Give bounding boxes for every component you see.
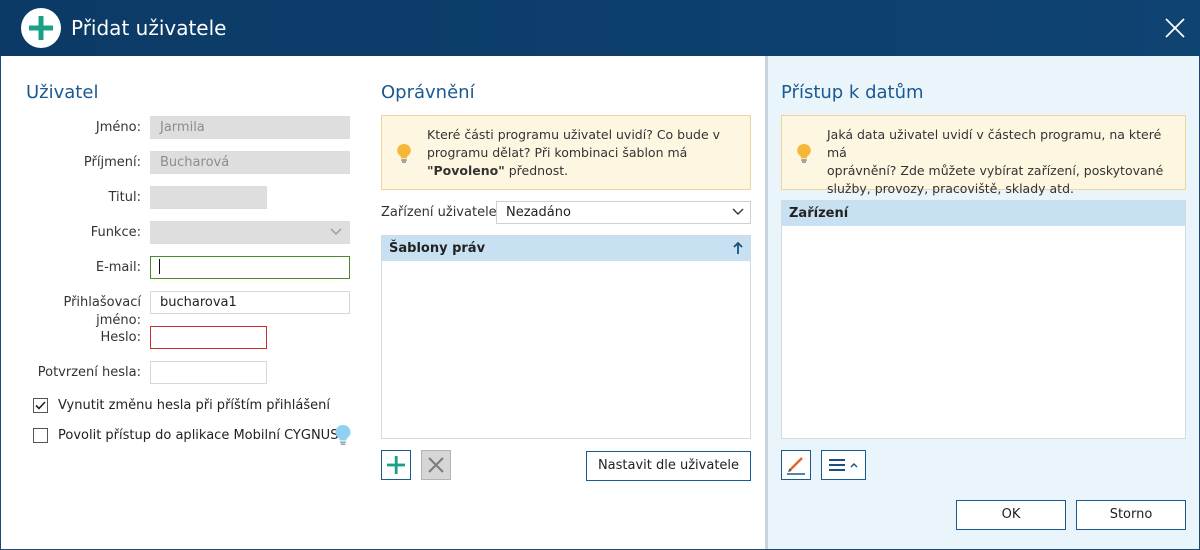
- devices-grid-header[interactable]: Zařízení: [782, 201, 1185, 226]
- data-access-hint-line3: služby, provozy, pracoviště, sklady atd.: [827, 181, 1074, 196]
- permissions-hint-tail: přednost.: [504, 163, 569, 178]
- set-by-user-button[interactable]: Nastavit dle uživatele: [586, 451, 751, 481]
- password-confirm-field[interactable]: [150, 361, 267, 384]
- force-password-change-checkbox[interactable]: [33, 398, 48, 413]
- password-confirm-label: Potvrzení hesla:: [37, 365, 141, 380]
- last-name-field: Bucharová: [150, 151, 350, 174]
- function-label: Funkce:: [90, 225, 141, 240]
- lightbulb-icon: [397, 144, 411, 163]
- sort-ascending-icon[interactable]: [732, 236, 744, 261]
- edit-data-access-button[interactable]: [781, 450, 811, 480]
- title-field: [150, 186, 267, 209]
- force-password-change-label[interactable]: Vynutit změnu hesla při příštím přihláše…: [58, 397, 330, 415]
- permissions-hint-line1: Které části programu uživatel uvidí? Co …: [427, 127, 721, 142]
- lightbulb-icon: [797, 144, 811, 163]
- mobile-access-label[interactable]: Povolit přístup do aplikace Mobilní CYGN…: [58, 427, 338, 445]
- hamburger-menu-icon: [829, 459, 858, 471]
- password-field[interactable]: [150, 326, 267, 349]
- password-label: Heslo:: [100, 330, 142, 345]
- email-field[interactable]: [150, 256, 350, 279]
- permissions-hint-line3: "Povoleno" přednost.: [427, 162, 720, 180]
- data-access-hint-line1: Jaká data uživatel uvidí v částech progr…: [827, 127, 1162, 160]
- chevron-down-icon: [732, 208, 744, 215]
- ok-button[interactable]: OK: [956, 500, 1066, 530]
- title-label: Titul:: [108, 190, 141, 205]
- rights-templates-header-label: Šablony práv: [389, 241, 486, 256]
- rights-templates-header[interactable]: Šablony práv: [382, 236, 750, 261]
- first-name-label: Jméno:: [95, 120, 141, 135]
- mobile-access-checkbox[interactable]: [33, 428, 48, 443]
- data-access-hint: Jaká data uživatel uvidí v částech progr…: [781, 115, 1186, 196]
- login-label: Přihlašovací jméno:: [63, 295, 141, 328]
- function-select: [150, 221, 350, 244]
- add-template-button[interactable]: [381, 450, 411, 480]
- remove-icon: [428, 457, 444, 473]
- devices-grid[interactable]: Zařízení: [781, 200, 1186, 439]
- lightbulb-info-icon[interactable]: [334, 424, 352, 446]
- device-label: Zařízení uživatele:: [381, 205, 502, 220]
- window-title: Přidat uživatele: [71, 16, 227, 40]
- plus-icon: [387, 456, 405, 474]
- rights-templates-grid[interactable]: Šablony práv: [381, 235, 751, 439]
- data-access-hint-line2: oprávnění? Zde můžete vybírat zařízení, …: [827, 163, 1164, 178]
- checkmark-icon: [35, 401, 46, 410]
- title-bar: Přidat uživatele: [0, 0, 1200, 56]
- permissions-hint-line2: programu dělat? Při kombinaci šablon má: [427, 145, 688, 160]
- cancel-button[interactable]: Storno: [1076, 500, 1186, 530]
- first-name-field: Jarmila: [150, 116, 350, 139]
- devices-grid-header-label: Zařízení: [789, 206, 849, 221]
- permissions-hint: Které části programu uživatel uvidí? Co …: [381, 115, 751, 190]
- chevron-down-icon: [330, 228, 342, 235]
- login-field[interactable]: bucharova1: [150, 291, 350, 314]
- add-user-icon: [21, 8, 61, 48]
- permissions-section-title: Oprávnění: [381, 82, 475, 103]
- remove-template-button[interactable]: [421, 450, 451, 480]
- text-caret: [159, 259, 160, 274]
- email-label: E-mail:: [95, 260, 141, 275]
- user-section-title: Uživatel: [26, 82, 99, 103]
- permissions-hint-bold: "Povoleno": [427, 163, 505, 178]
- menu-dropdown-button[interactable]: [821, 450, 866, 480]
- data-access-section-title: Přístup k datům: [781, 82, 924, 103]
- last-name-label: Příjmení:: [83, 155, 141, 170]
- pencil-icon: [787, 457, 805, 475]
- device-select[interactable]: Nezadáno: [496, 201, 751, 224]
- close-icon[interactable]: [1163, 16, 1187, 40]
